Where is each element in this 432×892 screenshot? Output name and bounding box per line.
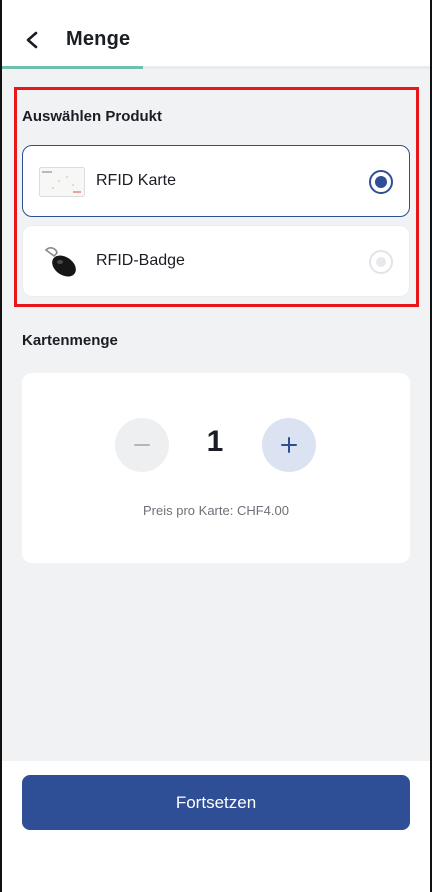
- quantity-section-title: Kartenmenge: [22, 332, 118, 349]
- product-option-rfid-badge[interactable]: RFID-Badge: [22, 225, 410, 297]
- minus-icon: [134, 444, 150, 446]
- page-title: Menge: [66, 28, 131, 50]
- product-label-rfid-badge: RFID-Badge: [96, 252, 185, 269]
- radio-selected-icon[interactable]: [369, 170, 393, 194]
- product-label-rfid-card: RFID Karte: [96, 172, 177, 189]
- increase-quantity-button[interactable]: [262, 418, 316, 472]
- product-option-rfid-card[interactable]: RFID Karte: [22, 145, 410, 217]
- header: Menge: [0, 0, 432, 66]
- price-per-card-text: Preis pro Karte: CHF4.00: [143, 503, 289, 518]
- rfid-badge-image: [38, 244, 86, 280]
- plus-icon: [281, 437, 297, 453]
- rfid-card-image: [38, 164, 86, 200]
- continue-button[interactable]: Fortsetzen: [22, 775, 410, 830]
- back-button[interactable]: [16, 22, 48, 58]
- decrease-quantity-button[interactable]: [115, 418, 169, 472]
- main-content: Auswählen Produkt RFID Karte RFID-Badge …: [0, 69, 432, 761]
- quantity-value: 1: [206, 425, 224, 458]
- product-section-title: Auswählen Produkt: [22, 108, 163, 125]
- quantity-card: 1 Preis pro Karte: CHF4.00: [22, 373, 410, 563]
- footer: Fortsetzen: [0, 761, 432, 892]
- radio-unselected-icon[interactable]: [369, 250, 393, 274]
- chevron-left-icon: [26, 31, 38, 49]
